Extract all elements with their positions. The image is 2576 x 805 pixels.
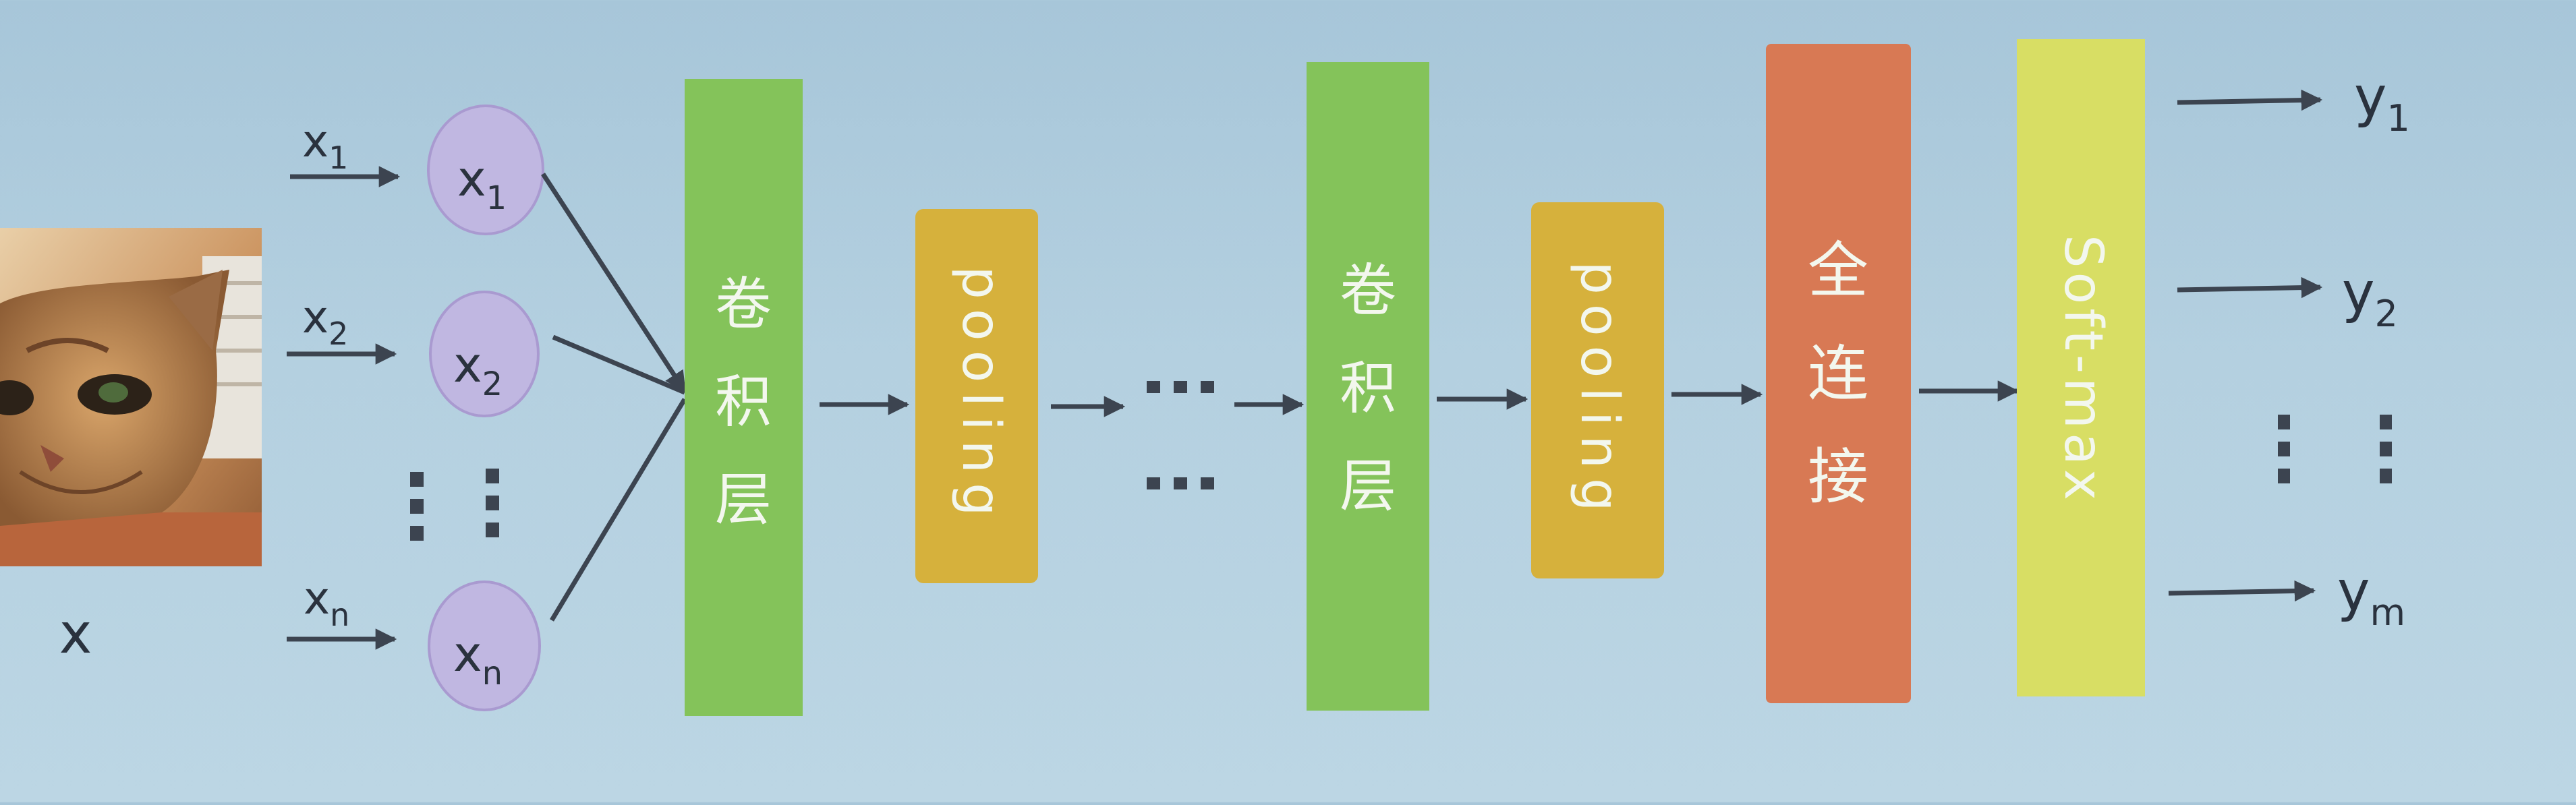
input-nodes: x1 x2 xn (410, 105, 544, 711)
pooling-layer-1: pooling (915, 209, 1038, 583)
input-arrow-label-n: xn (304, 572, 349, 633)
input-arrows: x1 x2 xn (287, 115, 401, 650)
output-arrow-m (2168, 580, 2316, 602)
input-arrow-1: x1 (290, 115, 401, 187)
svg-text:pooling: pooling (950, 266, 1011, 525)
conv-layer-1: 卷 积 层 (685, 79, 803, 716)
svg-text:层: 层 (715, 467, 772, 533)
output-labels: y1 y2 ym (2337, 65, 2410, 634)
output-arrow-2 (2177, 276, 2323, 299)
input-arrow-label-2: x2 (302, 291, 348, 352)
svg-text:连: 连 (1808, 338, 1868, 409)
output-arrows (2168, 89, 2323, 602)
svg-text:积: 积 (715, 369, 772, 435)
diagram-canvas: x x1 x2 xn x1 x2 xn 卷 积 层 pooling 卷 积 层 … (0, 39, 2410, 716)
conv-layer-2: 卷 积 层 (1307, 62, 1429, 711)
output-label-m: ym (2337, 560, 2405, 634)
svg-text:Soft-max: Soft-max (2053, 235, 2113, 504)
output-label-2: y2 (2342, 261, 2398, 335)
svg-text:卷: 卷 (715, 271, 772, 337)
svg-text:接: 接 (1808, 442, 1868, 512)
input-image-label: x (59, 602, 92, 666)
fully-connected-layer: 全 连 接 (1766, 44, 1911, 703)
svg-text:全: 全 (1808, 235, 1868, 306)
pooling-layer-2: pooling (1531, 202, 1664, 578)
middle-ellipsis (1147, 381, 1214, 489)
svg-text:积: 积 (1340, 355, 1396, 421)
input-node-2: x2 (429, 291, 540, 417)
node-to-conv-connections (541, 173, 687, 622)
output-label-1: y1 (2354, 65, 2410, 140)
svg-text:pooling: pooling (1569, 261, 1630, 520)
svg-text:层: 层 (1340, 453, 1396, 519)
softmax-layer: Soft-max (2017, 39, 2145, 696)
input-node-1: x1 (427, 105, 544, 235)
input-arrow-2: x2 (287, 291, 397, 365)
output-arrow-1 (2177, 89, 2323, 111)
cat-photo-icon (0, 256, 262, 566)
input-node-n: xn (428, 580, 541, 711)
input-nodes-ellipsis (410, 469, 499, 541)
input-arrow-label-1: x1 (302, 115, 348, 176)
input-image: x (0, 228, 262, 666)
output-ellipsis (2278, 415, 2392, 483)
cnn-diagram: x x1 x2 xn x1 x2 xn 卷 积 层 pooling 卷 积 层 … (0, 0, 2576, 802)
input-arrow-n: xn (287, 572, 397, 650)
svg-text:卷: 卷 (1340, 258, 1396, 324)
